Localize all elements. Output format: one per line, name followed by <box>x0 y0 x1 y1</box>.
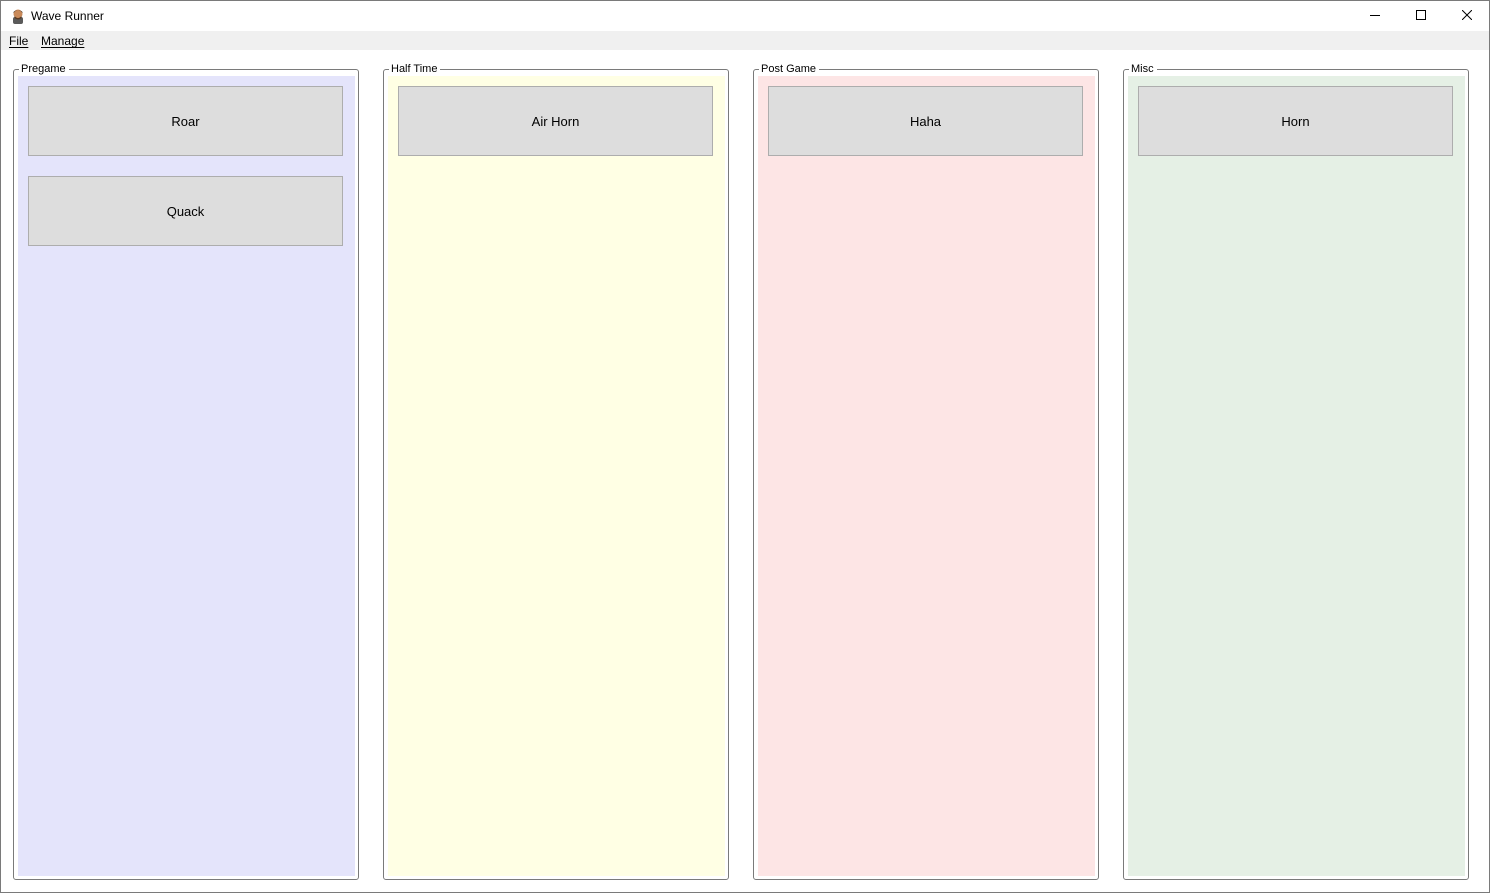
sound-button-roar[interactable]: Roar <box>28 86 343 156</box>
app-logo-icon <box>11 8 25 24</box>
title-bar[interactable]: Wave Runner <box>1 1 1489 31</box>
maximize-button[interactable] <box>1398 1 1444 31</box>
group-label-post-game: Post Game <box>759 62 820 76</box>
sound-button-haha[interactable]: Haha <box>768 86 1083 156</box>
group-label-misc: Misc <box>1129 62 1157 76</box>
menu-manage[interactable]: Manage <box>40 34 85 48</box>
group-post-game-panel: Haha <box>758 76 1095 876</box>
menu-bar: File Manage <box>1 31 1489 50</box>
group-half-time: Air Horn Half Time <box>383 62 729 880</box>
minimize-icon <box>1370 7 1380 25</box>
close-button[interactable] <box>1444 1 1490 31</box>
maximize-icon <box>1416 7 1426 25</box>
close-icon <box>1461 7 1473 25</box>
sound-button-air-horn[interactable]: Air Horn <box>398 86 713 156</box>
group-misc: Horn Misc <box>1123 62 1469 880</box>
menu-file[interactable]: File <box>8 34 29 48</box>
group-pregame: Roar Quack Pregame <box>13 62 359 880</box>
sound-button-quack[interactable]: Quack <box>28 176 343 246</box>
group-half-time-panel: Air Horn <box>388 76 725 876</box>
minimize-button[interactable] <box>1352 1 1398 31</box>
group-label-half-time: Half Time <box>389 62 441 76</box>
window-title: Wave Runner <box>31 9 104 23</box>
group-post-game: Haha Post Game <box>753 62 1099 880</box>
main-window: Wave Runner File Manage Roar Quack Prega… <box>0 0 1490 893</box>
group-misc-panel: Horn <box>1128 76 1465 876</box>
sound-button-horn[interactable]: Horn <box>1138 86 1453 156</box>
group-pregame-panel: Roar Quack <box>18 76 355 876</box>
group-label-pregame: Pregame <box>19 62 69 76</box>
